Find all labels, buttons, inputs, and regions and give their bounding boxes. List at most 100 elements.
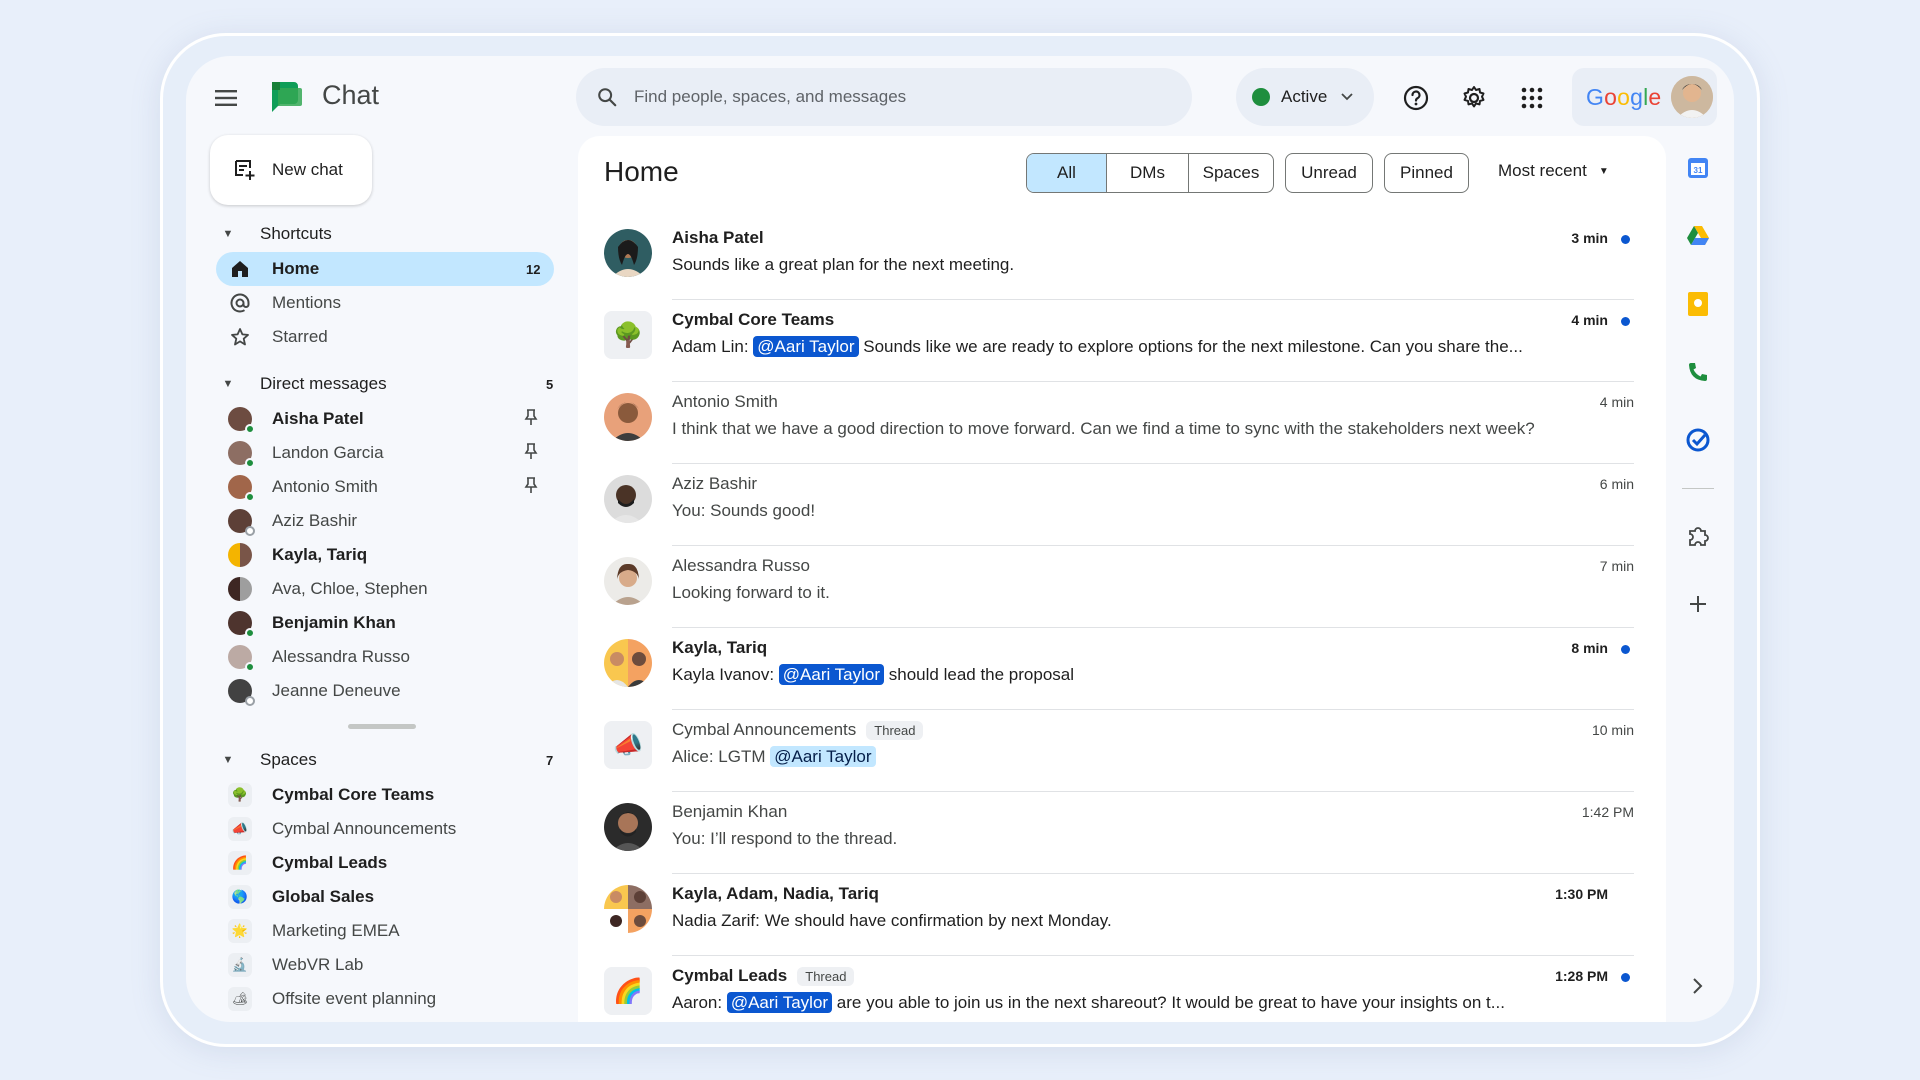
space-item-global-sales[interactable]: 🌎 Global Sales <box>216 880 554 914</box>
main-menu-button[interactable] <box>206 78 246 118</box>
rainbow-emoji-icon: 🌈 <box>604 967 652 1015</box>
dm-item-aisha-patel[interactable]: Aisha Patel <box>216 402 554 436</box>
pin-icon[interactable] <box>524 476 538 499</box>
at-icon <box>228 291 252 315</box>
conversation-row[interactable]: Benjamin Khan You: I’ll respond to the t… <box>604 792 1634 874</box>
resize-drag-handle[interactable] <box>348 724 416 729</box>
avatar <box>228 611 255 638</box>
avatar <box>228 645 255 672</box>
conversation-row[interactable]: Kayla, Tariq Kayla Ivanov: @Aari Taylor … <box>604 628 1634 710</box>
sidebar-item-label: Mentions <box>272 293 341 312</box>
search-bar[interactable] <box>576 68 1192 126</box>
account-button[interactable]: Google <box>1572 68 1717 126</box>
timestamp: 4 min <box>1571 312 1608 328</box>
caret-down-icon: ▼ <box>1598 165 1609 177</box>
conversation-row[interactable]: 🌳 Cymbal Core Teams Adam Lin: @Aari Tayl… <box>604 300 1634 382</box>
new-chat-button[interactable]: New chat <box>210 135 372 205</box>
conversation-name: Benjamin Khan <box>672 802 788 821</box>
tree-emoji-icon: 🌳 <box>604 311 652 359</box>
space-item-cymbal-leads[interactable]: 🌈 Cymbal Leads <box>216 846 554 880</box>
help-button[interactable] <box>1396 78 1436 118</box>
filter-unread-chip[interactable]: Unread <box>1285 153 1373 193</box>
dm-item-ava-chloe-stephen[interactable]: Ava, Chloe, Stephen <box>216 572 554 606</box>
conversation-row[interactable]: 🌈 Cymbal Leads Thread Aaron: @Aari Taylor… <box>604 956 1634 1022</box>
tasks-app-button[interactable] <box>1678 420 1718 460</box>
spaces-section-header[interactable]: ▼ Spaces 7 <box>216 750 554 770</box>
avatar <box>228 407 255 434</box>
avatar <box>604 557 652 605</box>
filter-dms[interactable]: DMs <box>1107 154 1189 192</box>
conversation-row[interactable]: 📣 Cymbal Announcements Thread Alice: LGTM… <box>604 710 1634 792</box>
space-item-webvr-lab[interactable]: 🔬 WebVR Lab <box>216 948 554 982</box>
add-ons-button[interactable] <box>1678 516 1718 556</box>
direct-messages-section-header[interactable]: ▼ Direct messages 5 <box>216 374 554 394</box>
dm-item-jeanne-deneuve[interactable]: Jeanne Deneuve <box>216 674 554 708</box>
caret-down-icon: ▼ <box>222 228 234 240</box>
filter-pinned-chip[interactable]: Pinned <box>1384 153 1469 193</box>
conversation-name: Cymbal Leads <box>672 966 788 985</box>
avatar <box>228 679 255 706</box>
space-item-offsite-event-planning[interactable]: 🏕 Offsite event planning <box>216 982 554 1016</box>
sidebar-item-home[interactable]: Home 12 <box>216 252 554 286</box>
chevron-right-icon <box>1693 978 1703 994</box>
filter-all[interactable]: All <box>1027 154 1107 192</box>
conversation-row[interactable]: Kayla, Adam, Nadia, Tariq Nadia Zarif: W… <box>604 874 1634 956</box>
status-dropdown[interactable]: Active <box>1236 68 1374 126</box>
section-title: Shortcuts <box>260 224 332 243</box>
page-title: Home <box>604 156 679 187</box>
dm-item-antonio-smith[interactable]: Antonio Smith <box>216 470 554 504</box>
mention-chip[interactable]: @Aari Taylor <box>770 746 876 767</box>
tree-emoji-icon: 🌳 <box>228 783 252 807</box>
space-label: WebVR Lab <box>272 955 364 974</box>
message-preview: Sounds like a great plan for the next me… <box>672 255 1015 274</box>
dm-item-landon-garcia[interactable]: Landon Garcia <box>216 436 554 470</box>
message-text: should lead the proposal <box>884 665 1075 684</box>
conversation-row[interactable]: Antonio Smith I think that we have a goo… <box>604 382 1634 464</box>
apps-grid-icon <box>1521 87 1543 109</box>
online-status-dot <box>245 628 255 638</box>
shortcuts-section-header[interactable]: ▼ Shortcuts <box>216 224 332 244</box>
space-label: Marketing EMEA <box>272 921 400 940</box>
conversation-name: Aziz Bashir <box>672 474 758 493</box>
caret-down-icon: ▼ <box>222 378 234 390</box>
search-input[interactable] <box>634 87 1154 107</box>
sidebar-item-starred[interactable]: Starred <box>216 320 554 354</box>
expand-side-panel-button[interactable] <box>1678 966 1718 1006</box>
conversation-name: Cymbal Announcements <box>672 720 857 739</box>
home-panel: Home All DMs Spaces Unread Pinned Most r… <box>578 136 1666 1022</box>
dm-item-benjamin-khan[interactable]: Benjamin Khan <box>216 606 554 640</box>
drive-app-button[interactable] <box>1678 216 1718 256</box>
conversation-row[interactable]: Alessandra Russo Looking forward to it. … <box>604 546 1634 628</box>
get-add-ons-button[interactable] <box>1678 584 1718 624</box>
space-item-marketing-emea[interactable]: 🌟 Marketing EMEA <box>216 914 554 948</box>
dm-item-alessandra-russo[interactable]: Alessandra Russo <box>216 640 554 674</box>
space-item-cymbal-announcements[interactable]: 📣 Cymbal Announcements <box>216 812 554 846</box>
keep-icon <box>1688 292 1708 316</box>
dm-item-kayla-tariq[interactable]: Kayla, Tariq <box>216 538 554 572</box>
filter-spaces[interactable]: Spaces <box>1189 154 1273 192</box>
filter-segmented-control: All DMs Spaces <box>1026 153 1274 193</box>
calendar-app-button[interactable]: 31 <box>1678 148 1718 188</box>
sidebar-item-mentions[interactable]: Mentions <box>216 286 554 320</box>
pin-icon[interactable] <box>524 442 538 465</box>
pin-icon[interactable] <box>524 408 538 431</box>
spaces-unread-count: 7 <box>546 752 554 768</box>
group-avatar <box>228 543 252 567</box>
dm-item-aziz-bashir[interactable]: Aziz Bashir <box>216 504 554 538</box>
apps-launcher-button[interactable] <box>1512 78 1552 118</box>
conversation-row[interactable]: Aisha Patel Sounds like a great plan for… <box>604 218 1634 300</box>
mention-chip[interactable]: @Aari Taylor <box>753 336 859 357</box>
voice-app-button[interactable] <box>1678 352 1718 392</box>
online-status-dot <box>245 458 255 468</box>
mention-chip[interactable]: @Aari Taylor <box>726 992 833 1013</box>
mention-chip[interactable]: @Aari Taylor <box>778 664 885 685</box>
app-title: Chat <box>322 80 380 110</box>
dm-label: Antonio Smith <box>272 477 378 496</box>
conversation-row[interactable]: Aziz Bashir You: Sounds good! 6 min <box>604 464 1634 546</box>
settings-button[interactable] <box>1454 78 1494 118</box>
timestamp: 3 min <box>1571 230 1608 246</box>
space-item-cymbal-core-teams[interactable]: 🌳 Cymbal Core Teams <box>216 778 554 812</box>
keep-app-button[interactable] <box>1678 284 1718 324</box>
conversation-name: Kayla, Tariq <box>672 638 768 657</box>
sort-dropdown[interactable]: Most recent ▼ <box>1498 161 1609 181</box>
